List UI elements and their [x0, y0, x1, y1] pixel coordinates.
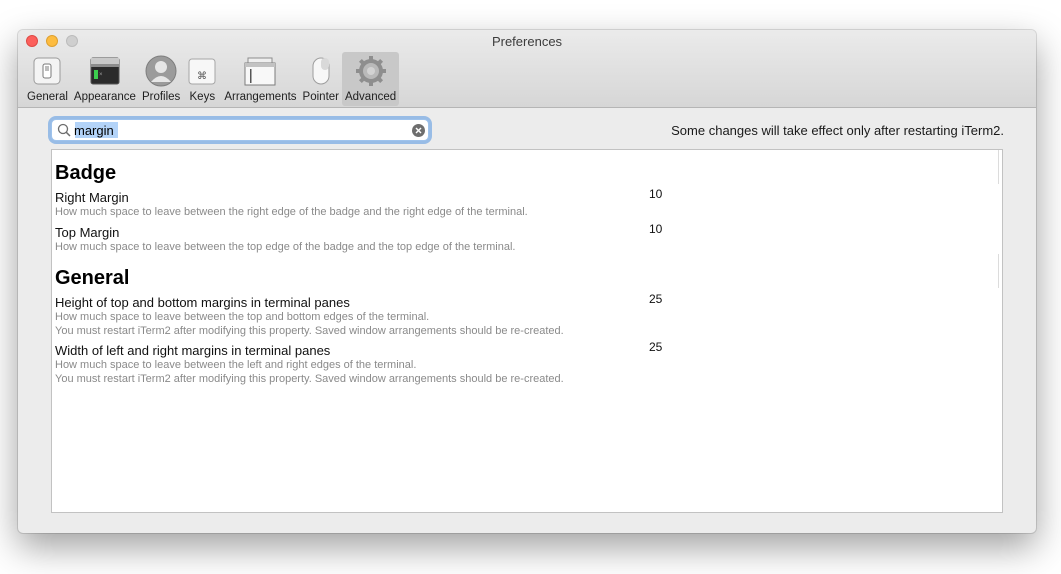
- search-input[interactable]: [74, 122, 404, 138]
- clear-search-icon[interactable]: [412, 124, 425, 137]
- tab-keys-label: Keys: [189, 91, 216, 103]
- appearance-window-icon: ×: [90, 57, 120, 85]
- setting-value[interactable]: 25: [649, 340, 662, 354]
- tab-advanced-label: Advanced: [344, 91, 397, 103]
- arrangements-windows-icon: [244, 57, 276, 86]
- setting-description: How much space to leave between the top …: [55, 241, 516, 253]
- tab-profiles-label: Profiles: [141, 91, 181, 103]
- setting-name: Width of left and right margins in termi…: [55, 343, 331, 358]
- preferences-toolbar: General × Appearance Profiles ⌘ Keys Arr…: [24, 52, 400, 106]
- row-separator: [998, 150, 1002, 184]
- setting-description: How much space to leave between the left…: [55, 359, 417, 371]
- tab-general-label: General: [27, 91, 68, 103]
- setting-value[interactable]: 10: [649, 187, 662, 201]
- setting-name: Height of top and bottom margins in term…: [55, 295, 350, 310]
- tab-profiles[interactable]: Profiles: [139, 52, 183, 106]
- tab-appearance[interactable]: × Appearance: [71, 52, 139, 106]
- tab-arrangements-label: Arrangements: [224, 91, 297, 103]
- svg-text:×: ×: [99, 71, 103, 78]
- tab-keys[interactable]: ⌘ Keys: [183, 52, 221, 106]
- section-title-badge: Badge: [55, 162, 117, 184]
- restart-notice: Some changes will take effect only after…: [671, 123, 1004, 138]
- tab-advanced[interactable]: Advanced: [341, 52, 400, 106]
- row-separator: [998, 254, 1002, 288]
- tab-general[interactable]: General: [24, 52, 71, 106]
- setting-name: Top Margin: [55, 225, 120, 240]
- search-icon: [57, 123, 71, 137]
- preferences-window: Preferences General × Appearance Profile…: [18, 30, 1036, 533]
- keys-command-icon: ⌘: [188, 58, 216, 85]
- search-field[interactable]: [51, 119, 429, 141]
- tab-arrangements[interactable]: Arrangements: [221, 52, 299, 106]
- setting-value[interactable]: 10: [649, 222, 662, 236]
- setting-description: How much space to leave between the top …: [55, 311, 430, 323]
- advanced-settings-list[interactable]: Badge Right Margin How much space to lea…: [51, 149, 1003, 513]
- profiles-person-icon: [145, 55, 177, 87]
- setting-name: Right Margin: [55, 190, 129, 205]
- general-switch-icon: [33, 57, 61, 85]
- titlebar: Preferences General × Appearance Profile…: [18, 30, 1036, 108]
- svg-text:⌘: ⌘: [197, 71, 207, 82]
- tab-pointer-label: Pointer: [302, 91, 339, 103]
- tab-appearance-label: Appearance: [73, 91, 136, 103]
- window-title: Preferences: [491, 34, 563, 49]
- tab-pointer[interactable]: Pointer: [300, 52, 342, 106]
- setting-restart-note: You must restart iTerm2 after modifying …: [55, 325, 564, 337]
- setting-value[interactable]: 25: [649, 292, 662, 306]
- pointer-mouse-icon: [312, 57, 330, 85]
- advanced-gear-icon: [355, 56, 386, 86]
- setting-description: How much space to leave between the righ…: [55, 206, 528, 218]
- setting-restart-note: You must restart iTerm2 after modifying …: [55, 373, 564, 385]
- section-title-general: General: [55, 267, 130, 289]
